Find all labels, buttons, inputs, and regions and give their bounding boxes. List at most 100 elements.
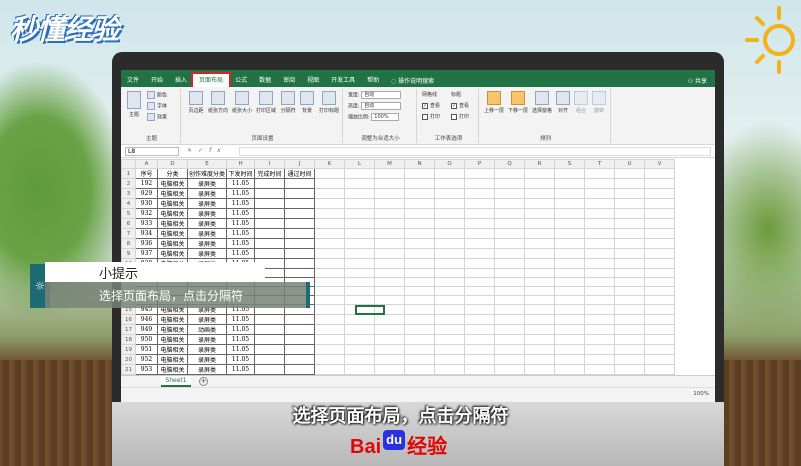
cell[interactable]: 电脑相关 [157,314,188,325]
cell[interactable] [644,334,676,345]
cell[interactable] [614,258,646,269]
cell[interactable] [404,286,436,296]
cell[interactable] [464,258,496,269]
orientation-button[interactable]: 纸张方向 [207,91,229,114]
cell[interactable] [464,304,496,315]
cell[interactable] [524,218,556,229]
cell[interactable]: 电脑相关 [157,324,188,335]
column-header[interactable]: U [614,159,646,169]
cell[interactable] [464,168,496,179]
column-header[interactable]: I [254,159,286,169]
cell[interactable] [584,248,616,259]
cell[interactable]: 11.05 [226,238,256,249]
column-header[interactable]: Q [494,159,526,169]
cell[interactable] [494,198,526,209]
cell[interactable] [494,168,526,179]
cell[interactable]: 11.05 [226,218,256,229]
cell[interactable] [614,295,646,305]
cell[interactable] [554,268,586,278]
column-header[interactable]: K [314,159,346,169]
cell[interactable]: 933 [135,218,158,229]
cell[interactable] [644,218,676,229]
cell[interactable] [584,354,616,365]
cell[interactable]: 946 [135,314,158,325]
cell[interactable] [584,238,616,249]
cell[interactable] [584,178,616,189]
cell[interactable]: 11.05 [226,228,256,239]
cell[interactable] [254,334,286,345]
column-header[interactable]: D [157,159,188,169]
gridlines-view-checkbox[interactable]: ✓ 查看 [422,102,440,109]
cell[interactable] [344,277,376,287]
cell[interactable] [254,314,286,325]
cell[interactable]: 电脑相关 [157,178,188,189]
cell[interactable] [584,277,616,287]
cell[interactable] [464,178,496,189]
cell[interactable] [404,228,436,239]
cell[interactable] [614,198,646,209]
cell[interactable]: 953 [135,364,158,375]
cell[interactable] [434,364,466,375]
cell[interactable] [464,354,496,365]
breaks-button[interactable]: 分隔符 [279,91,297,114]
cell[interactable]: 11.05 [226,364,256,375]
cell[interactable] [344,364,376,375]
cell[interactable] [464,334,496,345]
cell[interactable] [524,364,556,375]
column-header[interactable]: A [135,159,158,169]
cell[interactable] [434,188,466,199]
cell[interactable] [644,178,676,189]
cell[interactable] [614,208,646,219]
cell[interactable] [284,364,316,375]
cell[interactable]: 949 [135,324,158,335]
background-button[interactable]: 背景 [299,91,315,114]
row-header[interactable]: 6 [121,218,136,229]
cell[interactable] [404,248,436,259]
cell[interactable] [584,208,616,219]
cell[interactable]: 录屏类 [186,238,228,249]
cell[interactable] [434,228,466,239]
cell[interactable] [314,258,346,269]
bring-forward-button[interactable]: 上移一层 [483,91,505,114]
cell[interactable] [374,188,406,199]
cell[interactable] [404,198,436,209]
cell[interactable] [254,208,286,219]
cell[interactable] [254,178,286,189]
cell[interactable] [284,258,316,269]
cell[interactable] [554,304,586,315]
cell[interactable] [404,354,436,365]
cell[interactable]: 11.05 [226,198,256,209]
cell[interactable]: 电脑相关 [157,228,188,239]
cell[interactable] [344,248,376,259]
cell[interactable] [554,314,586,325]
cell[interactable] [584,364,616,375]
cell[interactable] [584,304,616,315]
cell[interactable] [554,344,586,355]
cell[interactable] [494,248,526,259]
cell[interactable] [464,218,496,229]
cell[interactable] [344,178,376,189]
cell[interactable] [464,208,496,219]
column-header[interactable]: O [434,159,466,169]
cell[interactable] [464,364,496,375]
cell[interactable] [344,228,376,239]
cell[interactable] [404,304,436,315]
cell[interactable] [434,277,466,287]
cell[interactable] [494,354,526,365]
send-backward-button[interactable]: 下移一层 [507,91,529,114]
cell[interactable]: 录屏类 [186,364,228,375]
cell[interactable] [554,248,586,259]
column-header[interactable]: S [554,159,586,169]
cell[interactable] [254,228,286,239]
tab-help[interactable]: 帮助 [361,74,385,88]
cell[interactable] [644,228,676,239]
themes-button[interactable]: 主题 [125,91,143,118]
cell[interactable] [284,228,316,239]
cell[interactable]: 934 [135,228,158,239]
print-titles-button[interactable]: 打印标题 [317,91,341,114]
cell[interactable] [554,218,586,229]
cell[interactable] [554,334,586,345]
cell[interactable] [314,295,346,305]
cell[interactable] [314,238,346,249]
cell[interactable]: 11.05 [226,178,256,189]
